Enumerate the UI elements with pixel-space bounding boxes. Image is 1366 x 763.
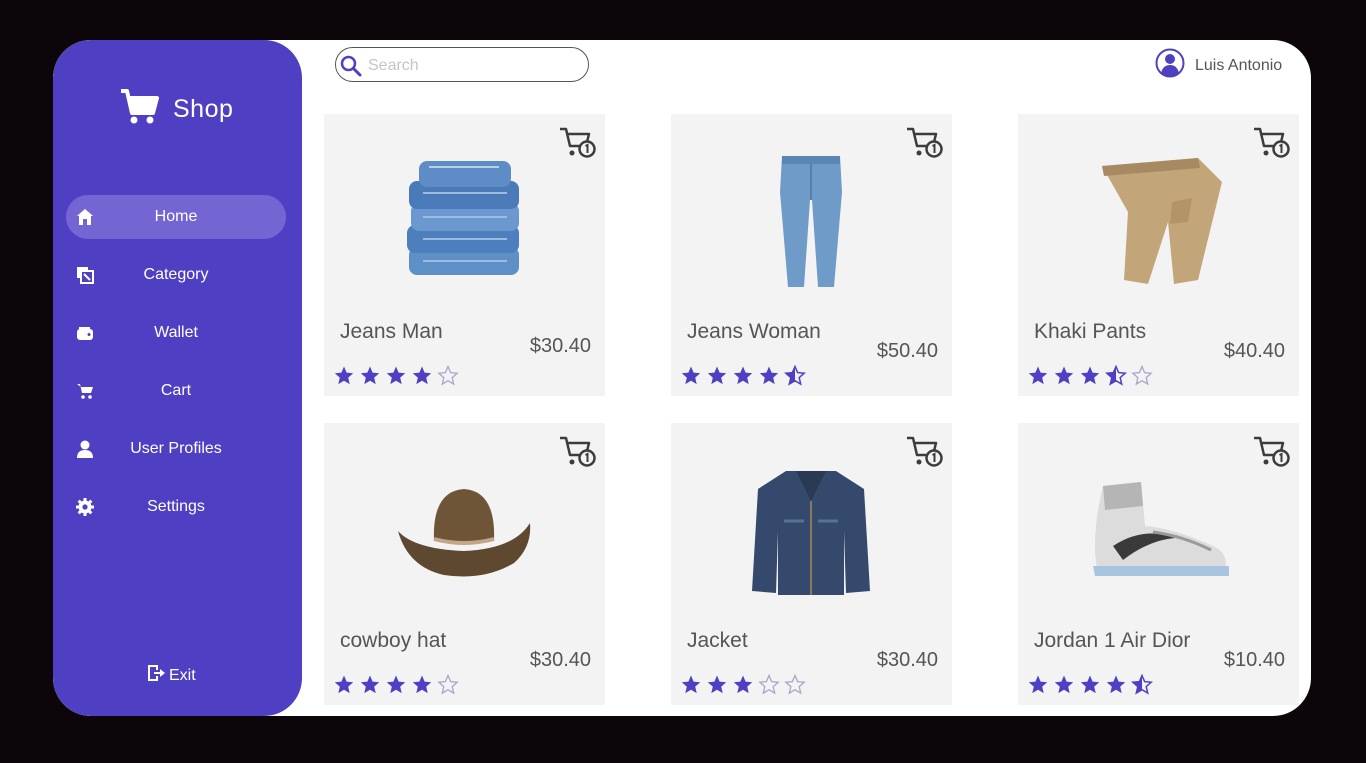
nav-label-home: Home: [154, 208, 198, 225]
search-box[interactable]: [335, 47, 589, 82]
avatar-icon: [1155, 48, 1185, 83]
star-full-icon: [680, 674, 706, 701]
product-name: Jacket: [687, 629, 748, 652]
star-empty-icon: [758, 673, 784, 701]
star-full-icon: [732, 365, 758, 392]
product-price: $30.40: [876, 649, 938, 671]
nav-item-category[interactable]: Category: [66, 253, 286, 297]
star-empty-icon: [784, 673, 810, 701]
star-full-icon: [333, 365, 359, 392]
star-full-icon: [1079, 365, 1105, 392]
nav-item-wallet[interactable]: Wallet: [66, 311, 286, 355]
star-full-icon: [758, 365, 784, 392]
rating-stars: [333, 673, 463, 701]
nav-label-cart: Cart: [160, 382, 192, 399]
add-to-cart-icon[interactable]: [906, 435, 944, 474]
brand-logo: Shop: [119, 88, 233, 131]
star-full-icon: [359, 674, 385, 701]
product-card[interactable]: Jordan 1 Air Dior $10.40: [1018, 423, 1299, 705]
exit-label: Exit: [169, 666, 196, 684]
search-icon: [340, 55, 362, 82]
app-window: Shop Home Category Wallet Cart User Prof…: [53, 40, 1311, 716]
khaki-pants-image: [1068, 142, 1248, 302]
search-input[interactable]: [366, 55, 580, 77]
rating-stars: [680, 364, 810, 392]
product-name: Jeans Man: [340, 320, 443, 343]
user-menu[interactable]: Luis Antonio: [1155, 48, 1282, 83]
star-full-icon: [411, 365, 437, 392]
star-full-icon: [732, 674, 758, 701]
star-full-icon: [680, 365, 706, 392]
product-price: $30.40: [529, 649, 591, 671]
product-card[interactable]: Jacket $30.40: [671, 423, 952, 705]
star-full-icon: [333, 674, 359, 701]
star-empty-icon: [437, 673, 463, 701]
star-full-icon: [1105, 674, 1131, 701]
add-to-cart-icon[interactable]: [1253, 126, 1291, 165]
star-full-icon: [706, 674, 732, 701]
product-card[interactable]: cowboy hat $30.40: [324, 423, 605, 705]
add-to-cart-icon[interactable]: [1253, 435, 1291, 474]
star-full-icon: [359, 365, 385, 392]
star-half-icon: [783, 364, 810, 392]
product-card[interactable]: Khaki Pants $40.40: [1018, 114, 1299, 396]
exit-icon: [147, 664, 165, 687]
rating-stars: [333, 364, 463, 392]
nav-item-home[interactable]: Home: [66, 195, 286, 239]
product-price: $30.40: [529, 335, 591, 357]
product-name: cowboy hat: [340, 629, 447, 652]
cowboy-hat-image: [374, 451, 554, 611]
nav-item-settings[interactable]: Settings: [66, 485, 286, 529]
shopping-cart-icon: [119, 88, 159, 131]
star-empty-icon: [1131, 364, 1157, 392]
product-card[interactable]: Jeans Woman $50.40: [671, 114, 952, 396]
user-name: Luis Antonio: [1195, 56, 1283, 74]
product-price: $10.40: [1223, 649, 1285, 671]
nav-label-category: Category: [143, 266, 209, 283]
star-half-icon: [1130, 673, 1157, 701]
add-to-cart-icon[interactable]: [906, 126, 944, 165]
rating-stars: [680, 673, 810, 701]
nav-item-cart[interactable]: Cart: [66, 369, 286, 413]
star-full-icon: [411, 674, 437, 701]
product-card[interactable]: Jeans Man $30.40: [324, 114, 605, 396]
star-full-icon: [1053, 365, 1079, 392]
denim-jacket-image: [721, 451, 901, 611]
star-full-icon: [1027, 674, 1053, 701]
nav-label-user-profiles: User Profiles: [130, 440, 222, 457]
star-full-icon: [1053, 674, 1079, 701]
add-to-cart-icon[interactable]: [559, 435, 597, 474]
product-name: Khaki Pants: [1034, 320, 1147, 343]
star-empty-icon: [437, 364, 463, 392]
sidebar: Shop Home Category Wallet Cart User Prof…: [53, 40, 302, 716]
nav-item-user-profiles[interactable]: User Profiles: [66, 427, 286, 471]
star-full-icon: [385, 365, 411, 392]
product-price: $40.40: [1223, 340, 1285, 362]
product-price: $50.40: [876, 340, 938, 362]
star-half-icon: [1104, 364, 1131, 392]
add-to-cart-icon[interactable]: [559, 126, 597, 165]
nav-label-wallet: Wallet: [154, 324, 198, 341]
star-full-icon: [1027, 365, 1053, 392]
nav-label-settings: Settings: [147, 498, 205, 515]
star-full-icon: [1079, 674, 1105, 701]
rating-stars: [1027, 364, 1157, 392]
product-name: Jeans Woman: [687, 320, 821, 343]
sneaker-image: [1068, 451, 1248, 611]
folded-jeans-image: [374, 142, 554, 302]
womens-jeans-image: [721, 142, 901, 302]
star-full-icon: [385, 674, 411, 701]
star-full-icon: [706, 365, 732, 392]
rating-stars: [1027, 673, 1157, 701]
exit-button[interactable]: Exit: [147, 664, 196, 687]
product-name: Jordan 1 Air Dior: [1034, 629, 1191, 652]
brand-label: Shop: [173, 95, 234, 123]
